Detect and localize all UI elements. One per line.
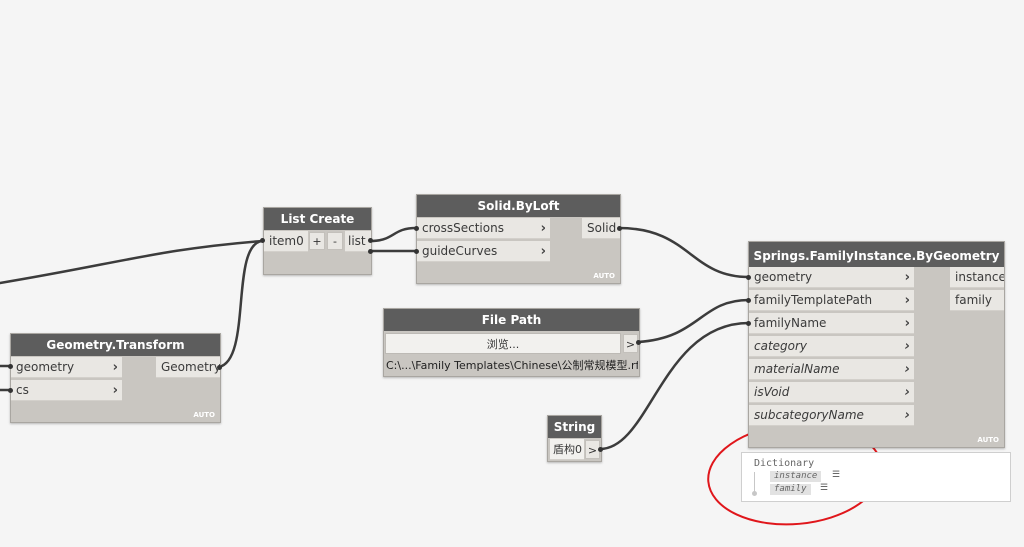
wire-transform-to-list-create (217, 239, 264, 369)
port-dot (260, 238, 265, 243)
preview-item-family: family (770, 484, 811, 495)
port-label: guideCurves (422, 244, 498, 258)
output-port-solid[interactable]: Solid (582, 218, 620, 239)
node-geometry-transform[interactable]: Geometry.Transform geometry › cs › Geome… (10, 333, 221, 423)
output-port-list[interactable]: list (345, 231, 371, 252)
auto-label: AUTO (593, 272, 615, 280)
node-file-path[interactable]: File Path 浏览... > C:\...\Family Template… (383, 308, 640, 377)
wire-filepath-to-template (636, 298, 751, 344)
chevron-right-icon: › (904, 339, 910, 354)
input-port-category[interactable]: category › (749, 336, 914, 357)
input-port-item0[interactable]: item0 (264, 231, 308, 252)
auto-label: AUTO (193, 411, 215, 419)
port-dot (414, 226, 419, 231)
port-label: materialName (754, 362, 840, 376)
wire-solid-to-geometry (617, 226, 751, 279)
port-label: subcategoryName (754, 408, 864, 422)
node-solid-byloft[interactable]: Solid.ByLoft crossSections › guideCurves… (416, 194, 621, 284)
node-title: File Path (384, 309, 639, 331)
port-dot (217, 365, 222, 370)
wire-input-to-list-create (0, 239, 264, 285)
list-icon: ☰ (832, 470, 841, 480)
input-port-geometry[interactable]: geometry › (11, 357, 122, 378)
port-dot (746, 275, 751, 280)
port-label: category (754, 339, 808, 353)
chevron-right-icon: › (904, 270, 910, 285)
add-input-button[interactable]: + (309, 232, 325, 250)
input-port-geometry[interactable]: geometry › (749, 267, 914, 288)
port-label: familyName (754, 316, 827, 330)
output-port-family[interactable]: family (950, 290, 1004, 311)
wire-list-to-crosssections (368, 226, 418, 243)
input-port-subcategoryname[interactable]: subcategoryName › (749, 405, 914, 426)
chevron-right-icon: › (540, 221, 546, 236)
string-value-input[interactable]: 盾构0 (550, 439, 584, 460)
preview-item-instance: instance (770, 471, 822, 482)
port-dot (746, 298, 751, 303)
preview-title: Dictionary (754, 458, 815, 469)
file-path-value: C:\...\Family Templates\Chinese\公制常规模型.r… (386, 359, 638, 372)
node-title: Springs.FamilyInstance.ByGeometry (749, 242, 1004, 267)
input-port-crosssections[interactable]: crossSections › (417, 218, 550, 239)
input-port-familytemplatepath[interactable]: familyTemplatePath › (749, 290, 914, 311)
port-label: crossSections (422, 221, 504, 235)
port-dot (617, 226, 622, 231)
port-label: cs (16, 383, 29, 397)
output-port-instance[interactable]: instance (950, 267, 1004, 288)
tree-dot (752, 491, 757, 496)
input-port-cs[interactable]: cs › (11, 380, 122, 401)
node-string[interactable]: String 盾构0 > (547, 415, 602, 462)
input-port-isvoid[interactable]: isVoid › (749, 382, 914, 403)
port-dot (414, 249, 419, 254)
port-dot (746, 321, 751, 326)
list-icon: ☰ (820, 483, 829, 493)
port-dot (8, 364, 13, 369)
chevron-right-icon: › (904, 408, 910, 423)
browse-button[interactable]: 浏览... (385, 333, 621, 354)
port-dot (598, 447, 603, 452)
port-label: geometry (16, 360, 75, 374)
remove-input-button[interactable]: - (327, 232, 343, 250)
node-title: List Create (264, 208, 371, 230)
chevron-right-icon: › (904, 362, 910, 377)
node-family-instance-by-geometry[interactable]: Springs.FamilyInstance.ByGeometry geomet… (748, 241, 1005, 448)
input-port-guidecurves[interactable]: guideCurves › (417, 241, 550, 262)
output-preview-bubble[interactable]: Dictionary instance ☰ family ☰ (741, 452, 1011, 502)
chevron-right-icon: › (904, 293, 910, 308)
port-dot (8, 388, 13, 393)
input-port-materialname[interactable]: materialName › (749, 359, 914, 380)
chevron-right-icon: › (112, 383, 118, 398)
port-label: geometry (754, 270, 813, 284)
port-label: isVoid (754, 385, 790, 399)
auto-label: AUTO (977, 436, 999, 444)
port-dot (368, 249, 373, 254)
node-title: Geometry.Transform (11, 334, 220, 356)
input-port-familyname[interactable]: familyName › (749, 313, 914, 334)
chevron-right-icon: › (540, 244, 546, 259)
port-dot (636, 340, 641, 345)
chevron-right-icon: › (904, 316, 910, 331)
port-dot (368, 238, 373, 243)
output-port-geometry[interactable]: Geometry (156, 357, 220, 378)
chevron-right-icon: › (112, 360, 118, 375)
chevron-right-icon: › (904, 385, 910, 400)
node-list-create[interactable]: List Create item0 + - list (263, 207, 372, 275)
port-label: familyTemplatePath (754, 293, 873, 307)
node-title: String (548, 416, 601, 438)
node-title: Solid.ByLoft (417, 195, 620, 217)
